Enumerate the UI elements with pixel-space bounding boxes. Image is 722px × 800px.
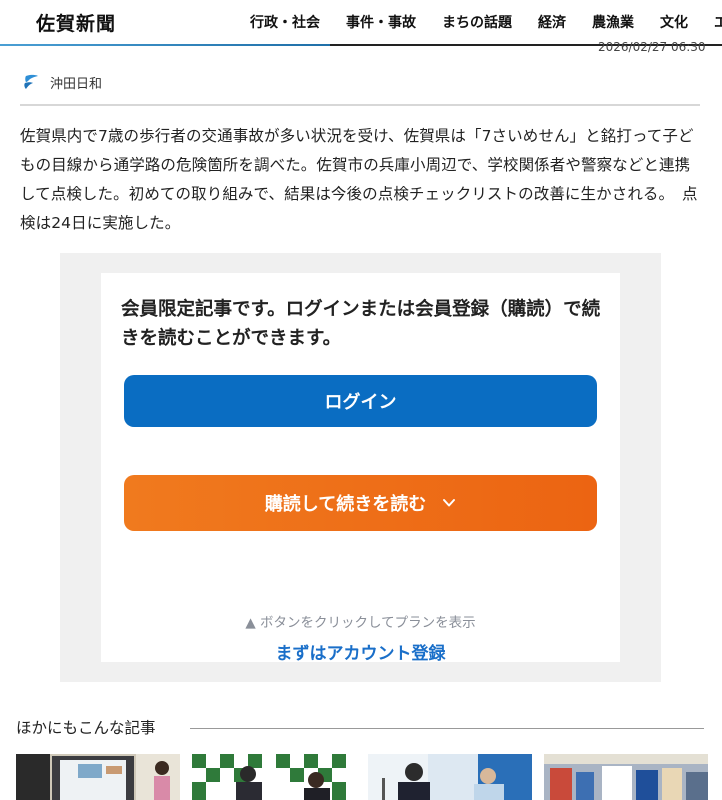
paywall-card: 会員限定記事です。ログインまたは会員登録（購読）で続きを読むことができます。 ロ… [101,273,620,664]
nav-item-jiken[interactable]: 事件・事故 [346,12,416,32]
byline-divider [20,104,700,106]
nav-item-bunka[interactable]: 文化 [660,12,688,32]
global-nav: 行政・社会 事件・事故 まちの話題 経済 農漁業 文化 エ [250,0,722,44]
related-thumbnail[interactable] [192,754,356,800]
nav-item-gyosei[interactable]: 行政・社会 [250,12,320,32]
related-divider [190,728,704,729]
related-thumbnail[interactable] [16,754,180,800]
saga-shimbun-logo-icon [24,74,38,89]
plan-hint: ▲ ボタンをクリックしてプランを表示 [245,615,476,631]
related-thumbnail[interactable] [368,754,532,800]
login-button[interactable]: ログイン [124,375,597,427]
nav-item-nogyo[interactable]: 農漁業 [592,12,634,32]
article-body: 佐賀県内で7歳の歩行者の交通事故が多い状況を受け、佐賀県は「7さいめせん」と銘打… [20,127,698,232]
article-timestamp: 2026/02/27 06:30 [598,40,706,54]
site-logo[interactable]: 佐賀新聞 [36,9,116,36]
account-register-link[interactable]: まずはアカウント登録 [101,639,620,664]
byline: 沖田日和 [22,70,102,94]
chevron-down-icon [443,499,456,507]
paywall-message: 会員限定記事です。ログインまたは会員登録（購読）で続きを読むことができます。 [121,299,601,349]
related-thumbnail[interactable] [544,754,708,800]
paywall: 会員限定記事です。ログインまたは会員登録（購読）で続きを読むことができます。 ロ… [60,253,661,682]
subscribe-button-label: 購読して続きを読む [264,494,427,515]
nav-item-more[interactable]: エ [714,12,722,32]
related-thumbnails [16,754,722,800]
nav-item-machi[interactable]: まちの話題 [442,12,512,32]
related-heading: ほかにもこんな記事 [16,719,156,737]
subscribe-button[interactable]: 購読して続きを読む [124,475,597,531]
header-accent-bar [0,44,330,46]
nav-item-keizai[interactable]: 経済 [538,12,566,32]
source-name[interactable]: 沖田日和 [50,73,102,92]
login-button-label: ログイン [324,392,397,413]
